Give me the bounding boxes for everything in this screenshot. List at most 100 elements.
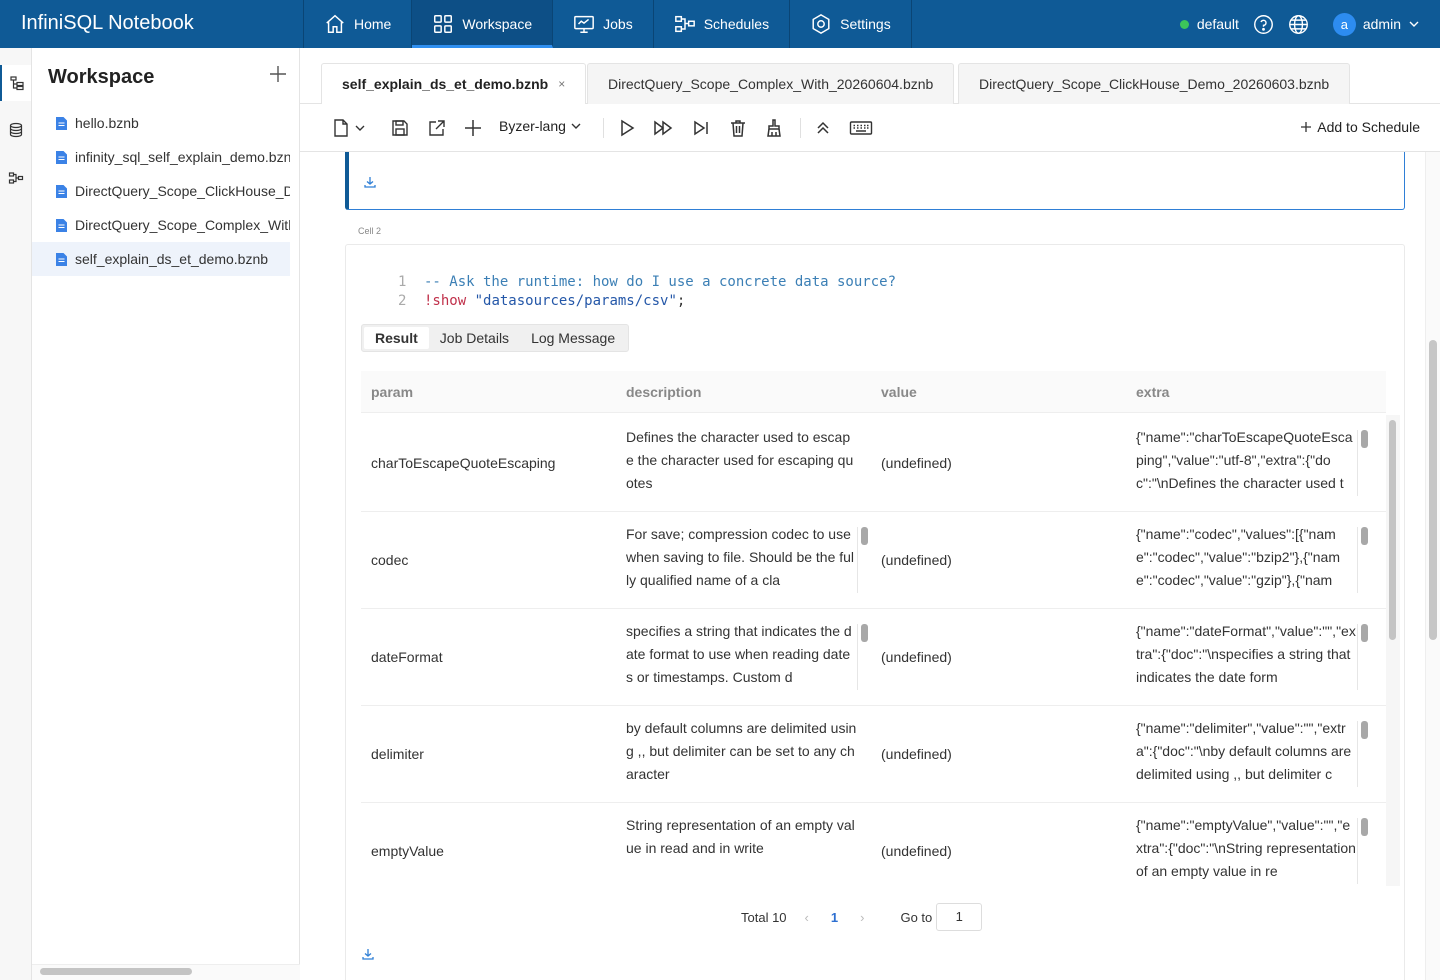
- sidebar-file-item[interactable]: DirectQuery_Scope_Complex_With_20260604.…: [32, 208, 290, 242]
- help-icon[interactable]: [1253, 14, 1274, 35]
- rail-workflow[interactable]: [0, 160, 31, 196]
- file-name: DirectQuery_Scope_Complex_With_20260604.…: [75, 217, 290, 233]
- play-icon: [621, 119, 635, 137]
- cell-description: by default columns are delimited using ,…: [616, 717, 871, 791]
- schedules-icon: [674, 15, 695, 33]
- page-vertical-scrollbar[interactable]: [1425, 152, 1440, 980]
- save-icon: [392, 120, 408, 136]
- add-to-schedule-label: Add to Schedule: [1317, 119, 1420, 135]
- rail-file-tree[interactable]: [0, 65, 31, 101]
- nav-jobs[interactable]: Jobs: [553, 0, 654, 48]
- chevron-down-icon: [355, 125, 365, 131]
- nav-settings[interactable]: Settings: [790, 0, 912, 48]
- description-text: String representation of an empty value …: [626, 817, 855, 856]
- tab-complex-with[interactable]: DirectQuery_Scope_Complex_With_20260604.…: [587, 63, 955, 104]
- goto-page: Go to 1: [900, 903, 983, 931]
- sidebar-file-item[interactable]: infinity_sql_self_explain_demo.bznb: [32, 140, 290, 174]
- clear-output-button[interactable]: [763, 117, 785, 139]
- user-menu[interactable]: a admin: [1332, 12, 1420, 36]
- sidebar-file-item[interactable]: DirectQuery_Scope_ClickHouse_Demo_202606…: [32, 174, 290, 208]
- workspace-icon: [434, 15, 453, 33]
- page-number-current[interactable]: 1: [831, 910, 838, 925]
- cell-value: (undefined): [881, 551, 952, 568]
- cell-param: codec: [371, 551, 409, 568]
- line-number: 1: [398, 274, 407, 290]
- cell-2[interactable]: 1 -- Ask the runtime: how do I use a conc…: [345, 244, 1405, 980]
- chevron-left-icon[interactable]: ‹: [805, 910, 809, 925]
- language-value: Byzer-lang: [499, 118, 566, 134]
- environment-selector[interactable]: default: [1179, 16, 1239, 32]
- chevron-down-icon: [1409, 21, 1419, 27]
- add-cell-button[interactable]: [462, 117, 484, 139]
- table-row: charToEscapeQuoteEscaping Defines the ch…: [361, 415, 1386, 512]
- run-all-button[interactable]: [652, 117, 674, 139]
- run-cell-button[interactable]: [616, 117, 638, 139]
- run-to-end-button[interactable]: [690, 117, 712, 139]
- globe-icon[interactable]: [1288, 14, 1309, 35]
- cell-scrollbar[interactable]: [857, 624, 871, 690]
- column-header-value[interactable]: value: [871, 384, 1126, 400]
- close-icon[interactable]: ×: [558, 77, 565, 91]
- new-file-dropdown[interactable]: [352, 117, 368, 139]
- rail-database[interactable]: [0, 112, 31, 148]
- column-header-param[interactable]: param: [361, 384, 616, 400]
- save-button[interactable]: [389, 117, 411, 139]
- nav-home[interactable]: Home: [303, 0, 413, 48]
- export-button[interactable]: [426, 117, 448, 139]
- sidebar-file-item[interactable]: hello.bznb: [32, 106, 290, 140]
- cell-scrollbar[interactable]: [857, 527, 871, 593]
- add-icon[interactable]: [268, 64, 288, 84]
- column-header-description[interactable]: description: [616, 384, 871, 400]
- page-scrollbar-thumb[interactable]: [1429, 340, 1437, 640]
- nav-settings-label: Settings: [840, 16, 891, 32]
- sidebar-horizontal-scrollbar[interactable]: [40, 968, 192, 975]
- column-header-extra[interactable]: extra: [1126, 384, 1381, 400]
- document-icon: [56, 116, 67, 130]
- table-scrollbar-thumb[interactable]: [1389, 420, 1396, 640]
- document-icon: [56, 218, 67, 232]
- keyboard-shortcuts-button[interactable]: [849, 117, 873, 139]
- cell-scrollbar[interactable]: [1357, 624, 1371, 690]
- toolbar-divider: [603, 118, 604, 138]
- tab-job-details[interactable]: Job Details: [429, 327, 520, 349]
- download-icon[interactable]: [361, 947, 375, 961]
- plus-icon: [1301, 122, 1312, 132]
- tab-log-message[interactable]: Log Message: [520, 327, 626, 349]
- tab-clickhouse-demo[interactable]: DirectQuery_Scope_ClickHouse_Demo_202606…: [958, 63, 1351, 104]
- tab-result[interactable]: Result: [364, 327, 429, 349]
- activity-rail: [0, 48, 32, 980]
- header-actions: default a admin: [1179, 0, 1420, 48]
- new-file-button[interactable]: [330, 117, 352, 139]
- app-title[interactable]: InfiniSQL Notebook: [21, 12, 194, 35]
- nav-workspace[interactable]: Workspace: [412, 0, 554, 48]
- cell-scrollbar[interactable]: [1357, 527, 1371, 593]
- chevron-down-icon: [571, 123, 581, 129]
- code-editor[interactable]: 1 -- Ask the runtime: how do I use a conc…: [398, 273, 896, 311]
- language-select[interactable]: Byzer-lang: [499, 118, 582, 134]
- add-to-schedule-button[interactable]: Add to Schedule: [1300, 119, 1420, 135]
- collapse-button[interactable]: [812, 117, 834, 139]
- cell-scrollbar[interactable]: [1357, 430, 1371, 496]
- goto-page-input[interactable]: 1: [936, 903, 983, 931]
- cell-extra: {"name":"dateFormat","value":"","extra":…: [1126, 620, 1371, 694]
- delete-cell-button[interactable]: [727, 117, 749, 139]
- extra-text: {"name":"charToEscapeQuoteEscaping","val…: [1136, 429, 1353, 491]
- table-header: param description value extra: [361, 371, 1386, 413]
- table-row: delimiter by default columns are delimit…: [361, 706, 1386, 803]
- chevron-right-icon[interactable]: ›: [860, 910, 864, 925]
- cell-1[interactable]: [345, 152, 1405, 210]
- cell-scrollbar[interactable]: [1357, 818, 1371, 884]
- document-icon: [56, 252, 67, 266]
- tab-self-explain[interactable]: self_explain_ds_et_demo.bznb ×: [321, 63, 587, 104]
- table-vertical-scrollbar[interactable]: [1386, 415, 1400, 886]
- description-text: For save; compression codec to use when …: [626, 526, 855, 588]
- nav-schedules[interactable]: Schedules: [654, 0, 791, 48]
- cell-scrollbar[interactable]: [1357, 721, 1371, 787]
- table-row: codec For save; compression codec to use…: [361, 512, 1386, 609]
- trash-icon: [731, 120, 745, 137]
- sidebar-file-item-active[interactable]: self_explain_ds_et_demo.bznb: [32, 242, 290, 276]
- download-icon[interactable]: [363, 175, 377, 189]
- description-text: by default columns are delimited using ,…: [626, 720, 857, 782]
- code-line: 1 -- Ask the runtime: how do I use a conc…: [398, 273, 896, 292]
- editor-tabs: self_explain_ds_et_demo.bznb × DirectQue…: [300, 48, 1440, 104]
